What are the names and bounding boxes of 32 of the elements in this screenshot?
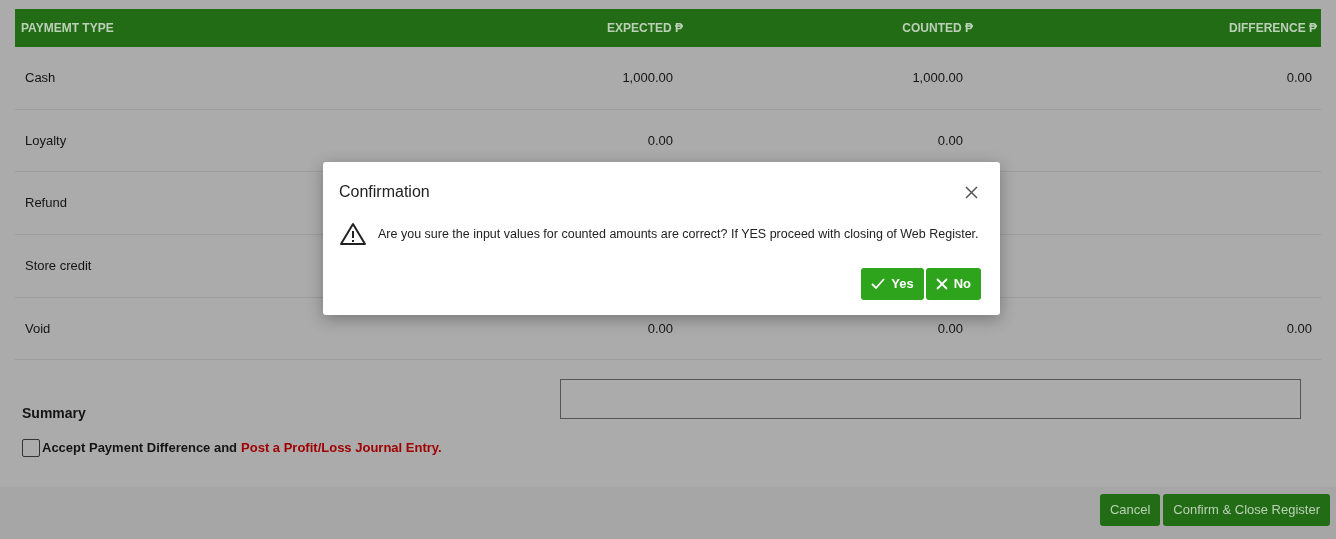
table-cell: Void: [25, 320, 51, 336]
close-icon: [935, 278, 948, 290]
table-cell: 0.00: [937, 132, 963, 148]
table-cell: Loyalty: [25, 132, 67, 148]
summary-label: Summary: [21, 404, 87, 424]
table-cell: 0.00: [937, 320, 963, 336]
table-cell: 0.00: [647, 132, 673, 148]
no-button[interactable]: No: [925, 268, 981, 300]
check-icon: [871, 278, 886, 290]
column-header: PAYMEMT TYPE: [20, 20, 115, 37]
yes-button[interactable]: Yes: [861, 268, 924, 300]
dialog-message: Are you sure the input values for counted amounts are correct? If YES proceed with closing of Web Register.: [378, 225, 979, 243]
confirm-button[interactable]: Confirm & Close Register: [1163, 494, 1330, 526]
warning-icon: [339, 222, 367, 246]
checkbox-label: Accept Payment Difference and: [42, 439, 238, 458]
table-cell: 1,000.00: [912, 70, 963, 86]
table-cell: 0.00: [647, 320, 673, 336]
table-cell: 1,000.00: [622, 70, 673, 86]
table-cell: Cash: [25, 70, 56, 86]
journal-entry-link[interactable]: Post a Profit/Loss Journal Entry.: [241, 438, 442, 458]
dialog-title: Confirmation: [339, 182, 430, 202]
accept-checkbox[interactable]: [22, 439, 40, 458]
table-cell: Store credit: [25, 258, 92, 274]
column-header: COUNTED ₱: [901, 20, 973, 37]
table-cell: Refund: [25, 195, 67, 211]
column-header: EXPECTED ₱: [605, 20, 683, 37]
table-cell: 0.00: [1286, 320, 1312, 336]
cancel-button[interactable]: Cancel: [1099, 494, 1161, 526]
table-cell: 0.00: [1286, 70, 1312, 86]
summary-field[interactable]: [560, 379, 1301, 420]
column-header: DIFFERENCE ₱: [1228, 20, 1317, 37]
close-icon[interactable]: [965, 185, 978, 199]
